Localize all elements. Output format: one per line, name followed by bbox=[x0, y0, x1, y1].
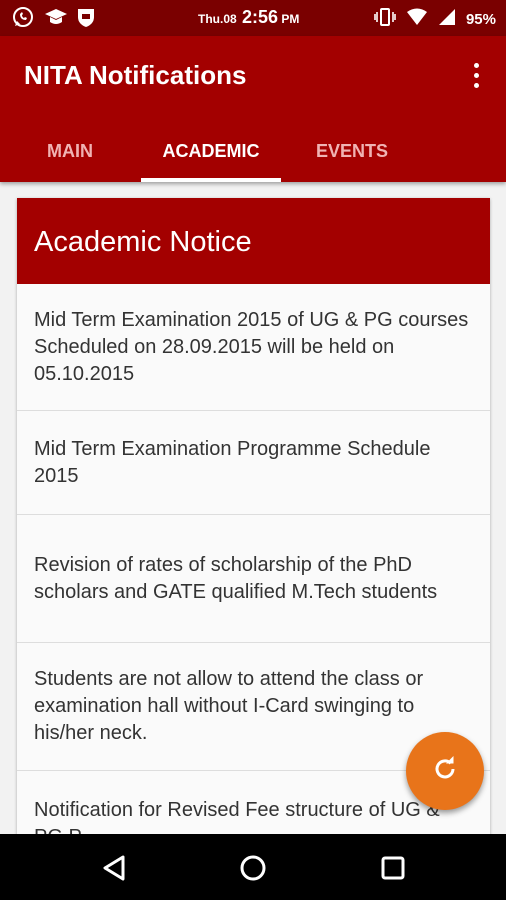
status-bar: Thu.08 2:56 PM 95% bbox=[0, 0, 506, 36]
status-clock: Thu.08 2:56 PM bbox=[198, 7, 299, 28]
status-day: Thu.08 bbox=[198, 12, 237, 26]
graduation-cap-icon bbox=[44, 6, 67, 28]
whatsapp-icon bbox=[12, 6, 34, 28]
vibrate-icon bbox=[374, 7, 396, 32]
notice-item[interactable]: Revision of rates of scholarship of the … bbox=[17, 515, 490, 643]
wifi-icon bbox=[406, 8, 428, 31]
signal-icon bbox=[438, 8, 456, 31]
refresh-icon bbox=[431, 755, 459, 788]
overflow-menu-icon[interactable] bbox=[464, 60, 488, 90]
tab-events[interactable]: EVENTS bbox=[282, 120, 422, 182]
notice-item[interactable]: Mid Term Examination 2015 of UG & PG cou… bbox=[17, 284, 490, 411]
shield-icon bbox=[76, 6, 98, 28]
app-title: NITA Notifications bbox=[24, 60, 247, 90]
tab-academic[interactable]: ACADEMIC bbox=[141, 120, 281, 182]
back-icon[interactable] bbox=[94, 850, 134, 886]
tab-indicator bbox=[141, 178, 281, 182]
home-icon[interactable] bbox=[233, 850, 273, 886]
battery-level: 95% bbox=[465, 11, 496, 28]
tab-main[interactable]: MAIN bbox=[0, 120, 140, 182]
tab-bar: MAIN ACADEMIC EVENTS bbox=[0, 120, 506, 182]
notice-item[interactable]: Mid Term Examination Programme Schedule … bbox=[17, 411, 490, 515]
recents-icon[interactable] bbox=[373, 850, 413, 886]
refresh-button[interactable] bbox=[406, 732, 484, 810]
app-bar: NITA Notifications MAIN ACADEMIC EVENTS bbox=[0, 36, 506, 182]
navigation-bar bbox=[0, 834, 506, 900]
status-time: 2:56 bbox=[242, 7, 279, 27]
status-ampm: PM bbox=[281, 12, 300, 26]
card-title: Academic Notice bbox=[17, 198, 490, 284]
